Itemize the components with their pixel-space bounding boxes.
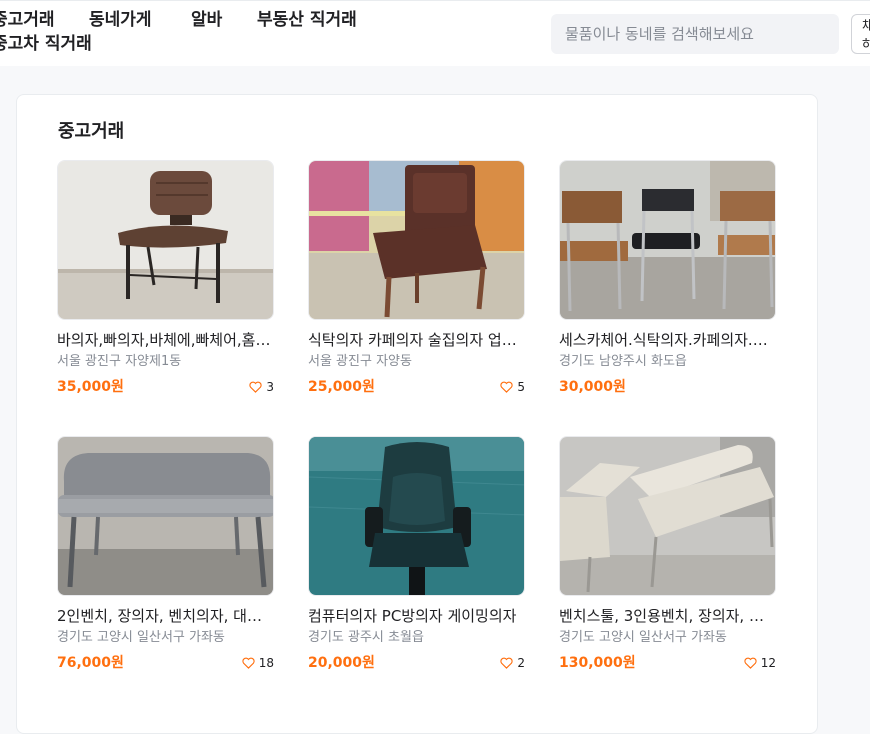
chat-button-label: 채팅하기 [862,19,870,53]
product-title: 컴퓨터의자 PC방의자 게이밍의자 [308,607,517,625]
top-navigation: 중고거래 동네가게 알바 부동산 직거래 중고차 직거래 채팅하기 [0,0,870,66]
product-image-bar-chair [57,160,274,320]
nav-used-goods[interactable]: 중고거래 [0,9,55,31]
product-likes: 18 [242,654,274,672]
section-title: 중고거래 [58,121,125,142]
product-image-dining-chair [308,160,525,320]
heart-icon [249,381,262,393]
product-likes: 12 [744,654,776,672]
product-title: 식탁의자 카페의자 술집의자 업소용의자 [308,331,525,349]
product-price: 35,000원 [57,379,124,395]
product-likes: 5 [500,378,525,396]
product-price: 20,000원 [308,655,375,671]
product-region: 경기도 고양시 일산서구 가좌동 [559,630,727,645]
likes-count: 5 [517,380,525,394]
likes-count: 18 [258,656,274,670]
product-region: 경기도 고양시 일산서구 가좌동 [57,630,225,645]
product-card[interactable]: 식탁의자 카페의자 술집의자 업소용의자 서울 광진구 자양동 25,000원 … [308,160,525,400]
heart-icon [500,657,513,669]
product-title: 2인벤치, 장의자, 벤치의자, 대기의자 [57,607,274,625]
product-image-bench-stool [559,436,776,596]
product-card[interactable]: 컴퓨터의자 PC방의자 게이밍의자 경기도 광주시 초월읍 20,000원 2 [308,436,525,676]
nav-local-stores[interactable]: 동네가게 [89,9,152,31]
product-card[interactable]: 바의자,빠의자,바체에,빠체어,홈바의자 서울 광진구 자양제1동 35,000… [57,160,274,400]
product-price: 25,000원 [308,379,375,395]
product-likes: 2 [500,654,525,672]
product-section: 중고거래 바의자,빠의자,바체에,빠체어,홈바의자 서울 광진구 자양제1동 3 [16,94,818,734]
product-title: 세스카체어.식탁의자.카페의자.인테리어의자 [559,331,776,349]
likes-count: 12 [760,656,776,670]
nav-real-estate[interactable]: 부동산 직거래 [257,9,357,31]
product-region: 서울 광진구 자양동 [308,354,412,369]
product-title: 벤치스툴, 3인용벤치, 장의자, 대기의자 [559,607,776,625]
nav-jobs[interactable]: 알바 [191,9,222,31]
product-card[interactable]: 세스카체어.식탁의자.카페의자.인테리어의자 경기도 남양주시 화도읍 30,0… [559,160,776,400]
product-image-bench [57,436,274,596]
product-card[interactable]: 2인벤치, 장의자, 벤치의자, 대기의자 경기도 고양시 일산서구 가좌동 7… [57,436,274,676]
search-input[interactable] [551,14,839,54]
heart-icon [744,657,757,669]
divider [0,0,870,1]
product-region: 서울 광진구 자양제1동 [57,354,182,369]
product-price: 30,000원 [559,379,626,395]
product-region: 경기도 남양주시 화도읍 [559,354,687,369]
product-price: 130,000원 [559,655,636,671]
likes-count: 3 [266,380,274,394]
likes-count: 2 [517,656,525,670]
product-likes: 3 [249,378,274,396]
product-image-gaming-chair [308,436,525,596]
chat-button[interactable]: 채팅하기 [851,14,870,54]
heart-icon [500,381,513,393]
nav-used-cars[interactable]: 중고차 직거래 [0,33,92,55]
product-card[interactable]: 벤치스툴, 3인용벤치, 장의자, 대기의자 경기도 고양시 일산서구 가좌동 … [559,436,776,676]
product-title: 바의자,빠의자,바체에,빠체어,홈바의자 [57,331,274,349]
product-region: 경기도 광주시 초월읍 [308,630,424,645]
product-price: 76,000원 [57,655,124,671]
product-image-cesca-chairs [559,160,776,320]
heart-icon [242,657,255,669]
